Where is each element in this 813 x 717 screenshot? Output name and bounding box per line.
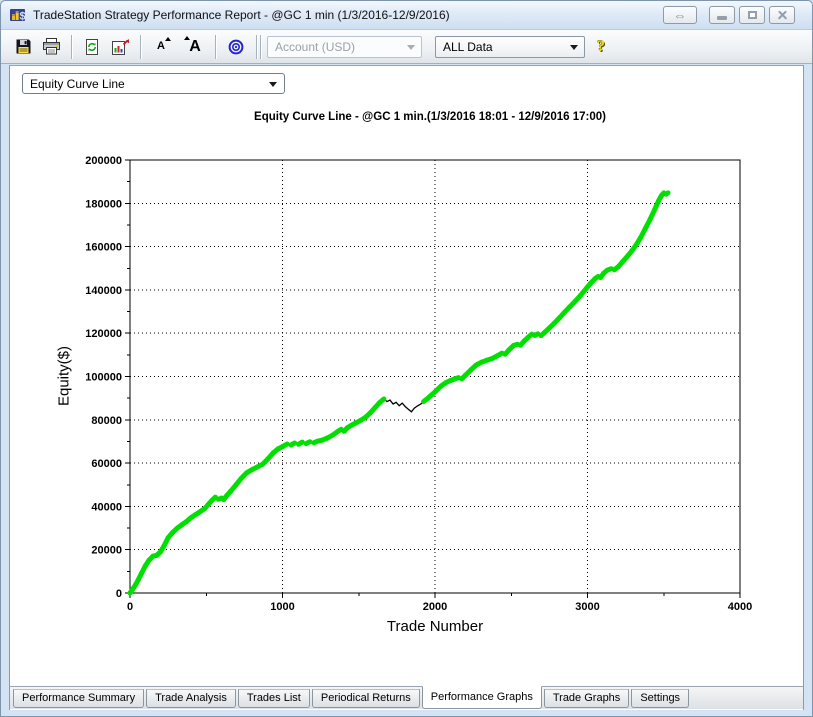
caption-buttons: ⇔	[663, 6, 795, 24]
close-icon	[777, 10, 788, 21]
toolbar-separator	[215, 34, 216, 59]
chevron-down-icon	[407, 44, 415, 50]
y-tick-label: 180000	[85, 198, 122, 210]
refresh-button[interactable]	[80, 34, 104, 60]
report-area: Equity Curve Line Equity Curve Line - @G…	[9, 65, 804, 710]
format-report-icon	[111, 38, 129, 55]
toolbar-separator	[256, 34, 257, 59]
y-tick-label: 20000	[91, 545, 122, 557]
account-combo[interactable]: Account (USD)	[267, 35, 422, 58]
tab-performance-summary[interactable]: Performance Summary	[13, 689, 145, 708]
target-button[interactable]	[224, 34, 248, 60]
tab-trade-analysis[interactable]: Trade Analysis	[146, 689, 236, 708]
y-tick-label: 100000	[85, 372, 122, 384]
close-button[interactable]	[769, 6, 795, 24]
resize-arrows-icon: ⇔	[673, 7, 687, 23]
help-icon[interactable]: ?	[597, 38, 605, 56]
y-tick-label: 40000	[91, 501, 122, 513]
print-icon	[42, 38, 60, 55]
toolbar-separator	[71, 34, 72, 59]
x-tick-label: 3000	[575, 601, 599, 613]
window-title: TradeStation Strategy Performance Report…	[33, 8, 450, 22]
tab-settings[interactable]: Settings	[631, 689, 690, 708]
chevron-down-icon	[570, 44, 578, 50]
y-axis-label: Equity($)	[55, 345, 73, 407]
y-tick-label: 60000	[91, 458, 122, 470]
print-button[interactable]	[39, 34, 63, 60]
y-tick-label: 160000	[85, 242, 122, 254]
app-icon: $	[10, 9, 26, 23]
y-tick-label: 0	[116, 588, 122, 600]
tab-trades-list[interactable]: Trades List	[237, 689, 310, 708]
svg-text:$: $	[20, 11, 26, 23]
tab-periodical-returns[interactable]: Periodical Returns	[311, 689, 420, 708]
minimize-button[interactable]	[709, 6, 735, 24]
minimize-icon	[717, 16, 727, 20]
titlebar[interactable]: $ TradeStation Strategy Performance Repo…	[1, 1, 812, 30]
account-combo-value: Account (USD)	[275, 39, 356, 54]
restore-button[interactable]	[739, 6, 765, 24]
data-range-combo-value: ALL Data	[443, 39, 493, 54]
x-tick-label: 1000	[270, 601, 294, 613]
font-size-arrow-icon	[184, 35, 190, 40]
x-tick-label: 4000	[728, 601, 752, 613]
resize-button[interactable]: ⇔	[663, 6, 697, 24]
save-button[interactable]	[11, 34, 35, 60]
y-tick-label: 80000	[91, 415, 122, 427]
toolbar-separator	[140, 34, 141, 59]
refresh-icon	[86, 38, 98, 55]
restore-icon	[747, 11, 757, 19]
font-size-arrow-icon	[165, 36, 171, 41]
save-icon	[16, 39, 30, 54]
toolbar: A A Account (USD) ALL Data ?	[1, 30, 812, 64]
equity-curve-chart: 0200004000060000800001000001200001400001…	[85, 155, 752, 613]
format-report-button[interactable]	[108, 34, 132, 60]
y-tick-label: 200000	[85, 155, 122, 167]
x-tick-label: 0	[127, 601, 133, 613]
tradestation-report-window: $ TradeStation Strategy Performance Repo…	[0, 0, 813, 717]
tab-bar: Performance Summary Trade Analysis Trades …	[10, 686, 803, 709]
data-range-combo[interactable]: ALL Data	[435, 35, 585, 58]
x-axis-label: Trade Number	[386, 618, 484, 635]
target-icon	[228, 39, 244, 54]
increase-font-button[interactable]: A	[183, 34, 207, 60]
y-tick-label: 120000	[85, 328, 122, 340]
tab-trade-graphs[interactable]: Trade Graphs	[543, 689, 630, 708]
x-tick-label: 2000	[423, 601, 447, 613]
decrease-font-button[interactable]: A	[149, 34, 173, 60]
tab-performance-graphs[interactable]: Performance Graphs	[421, 686, 542, 709]
toolbar-separator	[260, 34, 261, 59]
y-tick-label: 140000	[85, 285, 122, 297]
